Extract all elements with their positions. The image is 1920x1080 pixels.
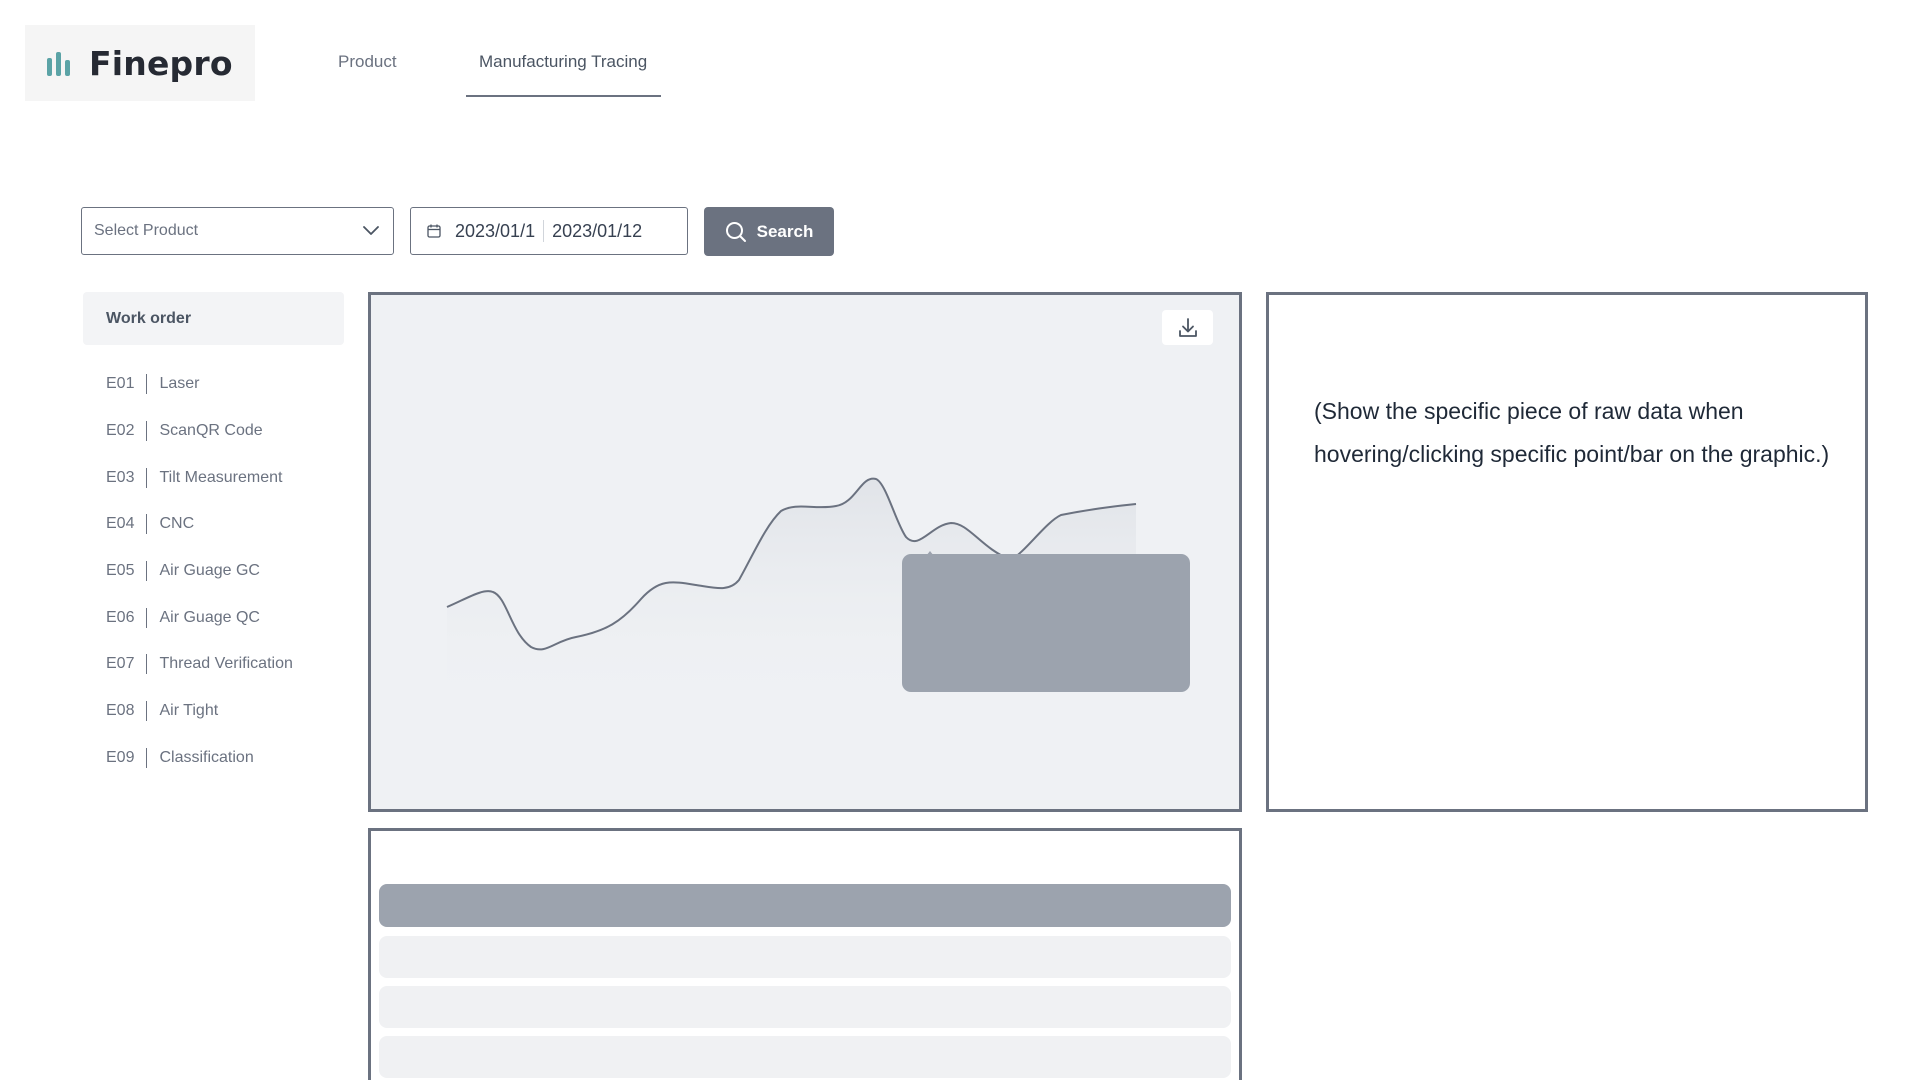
divider [146, 654, 148, 675]
work-order-label: Air Guage GC [159, 562, 260, 580]
chevron-down-icon [363, 226, 379, 235]
work-order-label: Tilt Measurement [159, 468, 283, 486]
work-order-item[interactable]: E04 CNC [106, 501, 293, 548]
product-select-placeholder: Select Product [94, 222, 199, 239]
search-button[interactable]: Search [704, 207, 834, 256]
work-order-list: E01 Laser E02 ScanQR Code E03 Tilt Measurem… [106, 361, 293, 781]
divider [146, 514, 148, 535]
date-end[interactable]: 2023/01/12 [552, 221, 642, 242]
work-order-item[interactable]: E08 Air Tight [106, 688, 293, 735]
search-button-label: Search [756, 221, 814, 241]
work-order-item[interactable]: E02 ScanQR Code [106, 408, 293, 455]
trend-chart[interactable] [371, 295, 1239, 809]
raw-data-hint: (Show the specific piece of raw data whe… [1314, 398, 1830, 467]
work-order-item[interactable]: E05 Air Guage GC [106, 548, 293, 595]
work-order-code: E04 [106, 515, 135, 533]
work-order-code: E02 [106, 422, 135, 440]
divider [146, 607, 148, 628]
active-tab-indicator [466, 95, 661, 97]
work-order-item[interactable]: E03 Tilt Measurement [106, 454, 293, 501]
table-row[interactable] [379, 986, 1231, 1028]
work-order-code: E09 [106, 748, 135, 766]
work-order-item[interactable]: E07 Thread Verification [106, 641, 293, 688]
work-order-item[interactable]: E01 Laser [106, 361, 293, 408]
brand-name: Finepro [89, 43, 233, 83]
work-order-label: Laser [159, 375, 200, 393]
divider [146, 467, 148, 488]
work-order-code: E01 [106, 375, 135, 393]
chart-panel [368, 292, 1242, 812]
work-order-label: Air Tight [159, 702, 219, 720]
work-order-item[interactable]: E06 Air Guage QC [106, 594, 293, 641]
download-icon [1178, 317, 1197, 337]
work-order-label: ScanQR Code [159, 422, 263, 440]
logo-mark-icon [47, 50, 75, 76]
data-table [368, 828, 1242, 1080]
table-row[interactable] [379, 936, 1231, 978]
work-order-label: CNC [159, 515, 195, 533]
date-start[interactable]: 2023/01/1 [455, 221, 535, 242]
date-range-picker[interactable]: 2023/01/1 2023/01/12 [410, 207, 688, 255]
tab-product[interactable]: Product [338, 52, 397, 98]
tab-manufacturing-tracing[interactable]: Manufacturing Tracing [479, 52, 647, 98]
divider [146, 747, 148, 768]
raw-data-panel: (Show the specific piece of raw data whe… [1266, 292, 1868, 812]
table-row[interactable] [379, 1036, 1231, 1078]
divider [146, 701, 148, 722]
work-order-code: E03 [106, 468, 135, 486]
divider [146, 561, 148, 582]
logo: Finepro [25, 25, 255, 101]
work-order-item[interactable]: E09 Classification [106, 735, 293, 782]
divider [146, 374, 148, 395]
work-order-label: Air Guage QC [159, 608, 260, 626]
download-button[interactable] [1162, 310, 1213, 345]
work-order-code: E07 [106, 655, 135, 673]
work-order-code: E08 [106, 702, 135, 720]
work-order-label: Thread Verification [159, 655, 293, 673]
product-select[interactable]: Select Product [81, 207, 394, 255]
work-order-header: Work order [83, 292, 344, 345]
table-header-row [379, 884, 1231, 927]
calendar-icon [427, 224, 441, 238]
divider [146, 421, 148, 442]
work-order-code: E06 [106, 608, 135, 626]
date-separator [543, 220, 545, 242]
search-icon [725, 221, 746, 242]
work-order-code: E05 [106, 562, 135, 580]
work-order-label: Classification [159, 748, 254, 766]
chart-tooltip [902, 554, 1190, 692]
